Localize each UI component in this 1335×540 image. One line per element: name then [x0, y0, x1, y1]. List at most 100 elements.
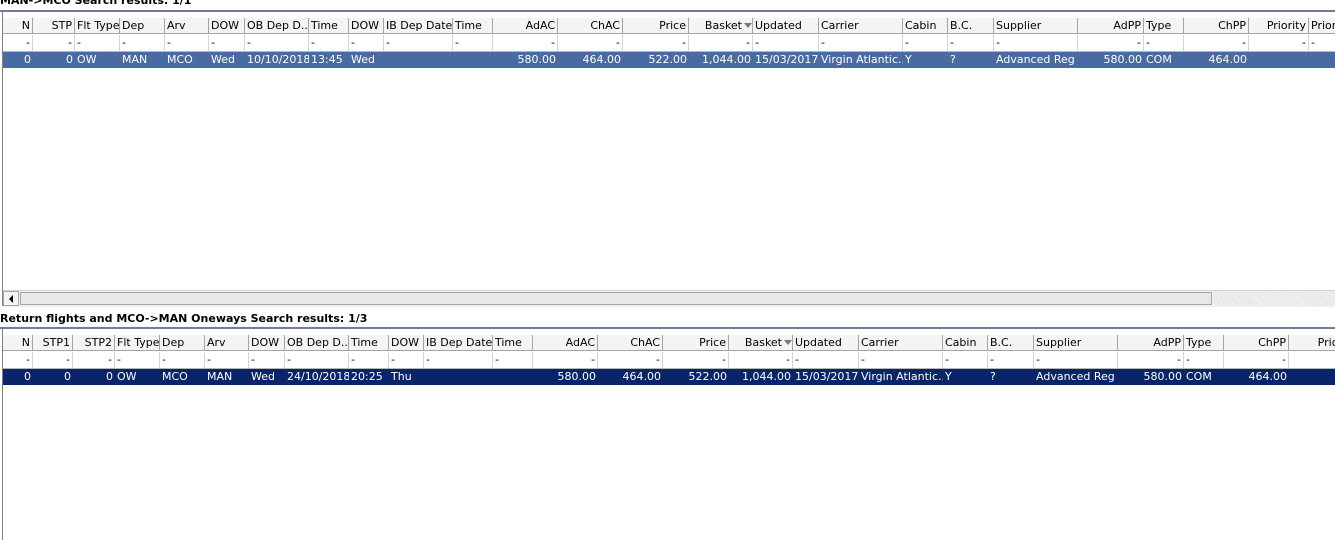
filter-cell[interactable]: - [249, 352, 285, 368]
filter-cell[interactable]: - [309, 35, 349, 51]
filter-cell[interactable]: - [33, 352, 73, 368]
column-header-updated[interactable]: Updated [793, 335, 859, 351]
filter-cell[interactable]: - [160, 352, 205, 368]
filter-cell[interactable]: - [943, 352, 988, 368]
scroll-left-arrow-icon[interactable] [3, 291, 19, 306]
column-header-dep[interactable]: Dep [120, 18, 165, 34]
filter-cell[interactable]: - [424, 352, 493, 368]
column-header-chpp[interactable]: ChPP [1184, 18, 1249, 34]
column-header-ib-dep-date[interactable]: IB Dep Date [384, 18, 453, 34]
filter-cell[interactable]: - [793, 352, 859, 368]
filter-cell[interactable]: - [209, 35, 245, 51]
column-header-adac[interactable]: AdAC [493, 18, 558, 34]
column-header-n[interactable]: N [3, 18, 33, 34]
column-header-stp2[interactable]: STP2 [73, 335, 115, 351]
filter-cell[interactable]: - [33, 35, 75, 51]
column-header-time[interactable]: Time [309, 18, 349, 34]
column-header-b-c[interactable]: B.C. [988, 335, 1034, 351]
filter-cell[interactable]: - [205, 352, 249, 368]
filter-cell[interactable]: - [349, 35, 384, 51]
filter-cell[interactable]: - [1144, 35, 1184, 51]
column-header-carrier[interactable]: Carrier [819, 18, 903, 34]
filter-cell[interactable]: - [1078, 35, 1144, 51]
filter-cell[interactable]: - [859, 352, 943, 368]
filter-cell[interactable]: - [1249, 35, 1309, 51]
column-header-n[interactable]: N [3, 335, 33, 351]
column-header-type[interactable]: Type [1184, 335, 1224, 351]
filter-cell[interactable]: - [384, 35, 453, 51]
column-header-ib-dep-date[interactable]: IB Dep Date [424, 335, 493, 351]
column-header-stp1[interactable]: STP1 [33, 335, 73, 351]
column-header-type[interactable]: Type [1144, 18, 1184, 34]
filter-cell[interactable]: - [245, 35, 309, 51]
filter-cell[interactable]: - [988, 352, 1034, 368]
column-header-dow[interactable]: DOW [209, 18, 245, 34]
filter-cell[interactable]: - [165, 35, 209, 51]
filter-cell[interactable]: - [493, 352, 533, 368]
column-header-dow[interactable]: DOW [389, 335, 424, 351]
bottom-filter-row[interactable]: ------------------------- [3, 352, 1335, 369]
column-header-dep[interactable]: Dep [160, 335, 205, 351]
column-header-chac[interactable]: ChAC [598, 335, 663, 351]
column-header-price[interactable]: Price [623, 18, 689, 34]
column-header-adac[interactable]: AdAC [533, 335, 598, 351]
filter-cell[interactable]: - [1309, 35, 1335, 51]
filter-cell[interactable]: - [819, 35, 903, 51]
filter-cell[interactable]: - [389, 352, 424, 368]
filter-cell[interactable]: - [1184, 35, 1249, 51]
column-header-priori[interactable]: Priori [1309, 18, 1335, 34]
filter-cell[interactable]: - [453, 35, 493, 51]
column-header-dow[interactable]: DOW [249, 335, 285, 351]
filter-cell[interactable]: - [115, 352, 160, 368]
scroll-thumb[interactable] [20, 292, 1212, 305]
scroll-track[interactable] [1214, 291, 1335, 306]
table-row[interactable]: 0 0 OW MAN MCO Wed 10/10/2018 13:45 Wed 580.00 464… [3, 52, 1335, 68]
column-header-adpp[interactable]: AdPP [1118, 335, 1184, 351]
filter-cell[interactable]: - [558, 35, 623, 51]
filter-cell[interactable]: - [598, 352, 663, 368]
column-header-supplier[interactable]: Supplier [994, 18, 1078, 34]
filter-cell[interactable]: - [689, 35, 753, 51]
column-header-adpp[interactable]: AdPP [1078, 18, 1144, 34]
filter-cell[interactable]: - [75, 35, 120, 51]
filter-cell[interactable]: - [753, 35, 819, 51]
filter-cell[interactable]: - [3, 35, 33, 51]
column-header-flt-type[interactable]: Flt Type [115, 335, 160, 351]
column-header-ob-dep-d[interactable]: OB Dep D... [285, 335, 349, 351]
filter-cell[interactable]: - [994, 35, 1078, 51]
filter-cell[interactable]: - [1289, 352, 1335, 368]
filter-cell[interactable]: - [948, 35, 994, 51]
column-header-cabin[interactable]: Cabin [943, 335, 988, 351]
filter-cell[interactable]: - [3, 352, 33, 368]
top-filter-row[interactable]: ------------------------- [3, 35, 1335, 52]
column-header-chpp[interactable]: ChPP [1224, 335, 1289, 351]
column-header-dow[interactable]: DOW [349, 18, 384, 34]
column-header-priority[interactable]: Priority [1249, 18, 1309, 34]
column-header-arv[interactable]: Arv [205, 335, 249, 351]
column-header-arv[interactable]: Arv [165, 18, 209, 34]
column-header-supplier[interactable]: Supplier [1034, 335, 1118, 351]
filter-cell[interactable]: - [120, 35, 165, 51]
filter-cell[interactable]: - [1224, 352, 1289, 368]
filter-cell[interactable]: - [1118, 352, 1184, 368]
column-header-stp[interactable]: STP [33, 18, 75, 34]
column-header-cabin[interactable]: Cabin [903, 18, 948, 34]
filter-cell[interactable]: - [663, 352, 729, 368]
filter-cell[interactable]: - [903, 35, 948, 51]
filter-cell[interactable]: - [1184, 352, 1224, 368]
column-header-b-c[interactable]: B.C. [948, 18, 994, 34]
column-header-ob-dep-d[interactable]: OB Dep D... [245, 18, 309, 34]
bottom-results-grid[interactable]: N STP1 STP2 Flt Type Dep Arv DOW OB Dep D... Tim… [3, 335, 1335, 540]
filter-cell[interactable]: - [73, 352, 115, 368]
filter-cell[interactable]: - [285, 352, 349, 368]
filter-cell[interactable]: - [623, 35, 689, 51]
table-row[interactable]: 0 0 0 OW MCO MAN Wed 24/10/2018 20:25 Thu 580.00 46… [3, 369, 1335, 385]
filter-cell[interactable]: - [349, 352, 389, 368]
filter-cell[interactable]: - [1034, 352, 1118, 368]
column-header-time[interactable]: Time [493, 335, 533, 351]
filter-cell[interactable]: - [533, 352, 598, 368]
filter-cell[interactable]: - [493, 35, 558, 51]
column-header-time[interactable]: Time [349, 335, 389, 351]
column-header-updated[interactable]: Updated [753, 18, 819, 34]
filter-cell[interactable]: - [729, 352, 793, 368]
